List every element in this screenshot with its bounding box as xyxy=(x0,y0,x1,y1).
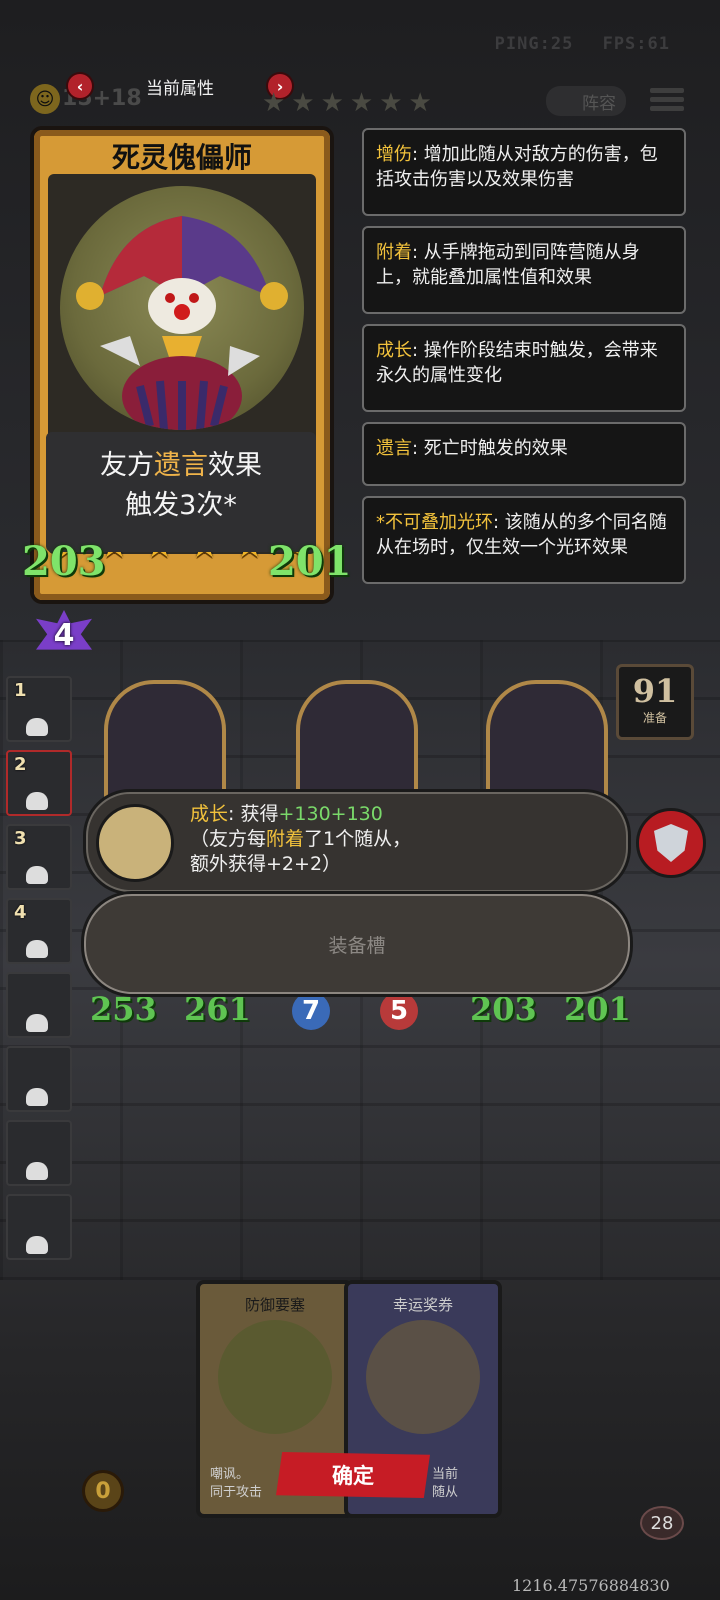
slot-number: 3 xyxy=(14,828,27,849)
bench-slot[interactable] xyxy=(6,1194,72,1260)
keyword-panel-deathrattle: 遗言: 死亡时触发的效果 xyxy=(362,422,686,486)
bench-slot[interactable] xyxy=(6,972,72,1038)
desc-post: 效果 xyxy=(208,450,262,481)
keyword-text: : 死亡时触发的效果 xyxy=(412,438,568,459)
shop-card-desc: 同于攻击 xyxy=(210,1485,263,1500)
slot-number: 1 xyxy=(14,680,27,701)
skull-icon xyxy=(26,718,48,736)
ready-label: 准备 xyxy=(642,711,667,725)
growth-line2-key: 附着 xyxy=(266,828,305,850)
growth-line3-pre: 额外获得 xyxy=(190,853,267,875)
growth-plus-attack: +130 xyxy=(278,803,331,825)
bench-slot[interactable]: 4 xyxy=(6,898,72,964)
shop-card-title: 幸运奖券 xyxy=(392,1296,453,1314)
unit-health: 5 xyxy=(380,992,418,1030)
slot-number: 4 xyxy=(14,902,27,923)
attack-stat: 203 xyxy=(22,538,106,585)
shop-card-desc: 随从 xyxy=(432,1485,459,1500)
lineup-button[interactable]: 阵容 xyxy=(546,86,626,116)
skull-icon xyxy=(26,1088,48,1106)
cost-value: 4 xyxy=(53,618,75,653)
shop-card-desc: 嘲讽。 xyxy=(210,1467,250,1482)
card-name: 死灵傀儡师 xyxy=(111,141,252,174)
bench-slot[interactable] xyxy=(6,1120,72,1186)
ready-value: 91 xyxy=(632,672,678,710)
desc-keyword: 遗言 xyxy=(154,450,208,481)
growth-line2-pre: （友方每 xyxy=(190,828,267,850)
health-stat: 201 xyxy=(268,538,352,585)
growth-line3-post: ） xyxy=(322,853,342,875)
shop-card-art xyxy=(366,1320,480,1434)
unit-attack: 203 xyxy=(470,990,537,1028)
desc-pre: 友方 xyxy=(100,450,154,481)
ping-text: PING:25 xyxy=(494,34,574,54)
slot-number: 2 xyxy=(14,754,27,775)
growth-line3-val: +2+2 xyxy=(266,853,323,875)
keyword-panel-damage: 增伤: 增加此随从对敌方的伤害，包括攻击伤害以及效果伤害 xyxy=(362,128,686,216)
unit-health: 261 xyxy=(184,990,251,1028)
keyword-name: *不可叠加光环 xyxy=(376,512,493,533)
growth-label: : 获得 xyxy=(228,803,279,825)
skull-icon xyxy=(26,866,48,884)
puppeteer-portrait xyxy=(60,186,304,430)
skull-icon xyxy=(26,940,48,958)
shop-card-desc: 当前 xyxy=(432,1467,459,1482)
equipment-slot-label: 装备槽 xyxy=(328,934,386,957)
keyword-name: 附着 xyxy=(376,242,412,263)
unit-health: 201 xyxy=(564,990,631,1028)
network-hud: PING:25 FPS:61 xyxy=(477,34,670,54)
confirm-button[interactable]: 确定 xyxy=(276,1452,430,1498)
unequip-button[interactable] xyxy=(636,808,706,878)
shop-card-title: 防御要塞 xyxy=(244,1296,305,1314)
bench-slot[interactable] xyxy=(6,1046,72,1112)
growth-text: 成长: 获得+130+130 （友方每附着了1个随从， 额外获得+2+2） xyxy=(190,802,411,877)
shield-icon xyxy=(654,824,688,862)
growth-line2-post: 了1个随从， xyxy=(304,828,412,850)
page-title: 当前属性 xyxy=(146,79,214,99)
menu-icon[interactable] xyxy=(650,84,684,118)
unit-attack: 253 xyxy=(90,990,157,1028)
equipment-slot[interactable]: 装备槽 xyxy=(84,894,630,994)
ready-counter: 91 准备 xyxy=(616,664,694,740)
bench-slot[interactable]: 3 xyxy=(6,824,72,890)
keyword-text: : 增加此随从对敌方的伤害，包括攻击伤害以及效果伤害 xyxy=(376,144,658,190)
equipment-icon xyxy=(96,804,174,882)
hero-level-badge: 28 xyxy=(640,1506,684,1540)
fps-text: FPS:61 xyxy=(602,34,670,54)
skull-icon xyxy=(26,1236,48,1254)
bench-slot[interactable]: 1 xyxy=(6,676,72,742)
coin-counter: 0 xyxy=(82,1470,124,1512)
keyword-panel-growth: 成长: 操作阶段结束时触发，会带来永久的属性变化 xyxy=(362,324,686,412)
skull-icon xyxy=(26,1162,48,1180)
growth-key: 成长 xyxy=(190,803,229,825)
keyword-panel-attach: 附着: 从手牌拖动到同阵营随从身上，就能叠加属性值和效果 xyxy=(362,226,686,314)
lineup-label: 阵容 xyxy=(582,93,616,114)
unit-attack: 7 xyxy=(292,992,330,1030)
desc-line2: 触发3次* xyxy=(125,490,237,521)
chevron-left-icon[interactable]: ‹ xyxy=(68,74,92,98)
tier-stars-icon: ★★★★★★ xyxy=(262,88,438,118)
keyword-text: : 操作阶段结束时触发，会带来永久的属性变化 xyxy=(376,340,658,386)
growth-plus-health: +130 xyxy=(330,803,383,825)
gold-coin-icon: ☺ xyxy=(30,84,60,114)
keyword-name: 成长 xyxy=(376,340,412,361)
growth-tooltip: 成长: 获得+130+130 （友方每附着了1个随从， 额外获得+2+2） xyxy=(86,792,706,892)
keyword-panel-aura: *不可叠加光环: 该随从的多个同名随从在场时，仅生效一个光环效果 xyxy=(362,496,686,584)
bench-slot[interactable]: 2 xyxy=(6,750,72,816)
skull-icon xyxy=(26,792,48,810)
keyword-name: 增伤 xyxy=(376,144,412,165)
card-description: 友方遗言效果 触发3次* xyxy=(46,432,316,552)
skull-icon xyxy=(26,1014,48,1032)
keyword-text: : 从手牌拖动到同阵营随从身上，就能叠加属性值和效果 xyxy=(376,242,640,288)
coordinate-readout: 1216.47576884830 xyxy=(512,1576,670,1595)
shop-card-art xyxy=(218,1320,332,1434)
keyword-name: 遗言 xyxy=(376,438,412,459)
